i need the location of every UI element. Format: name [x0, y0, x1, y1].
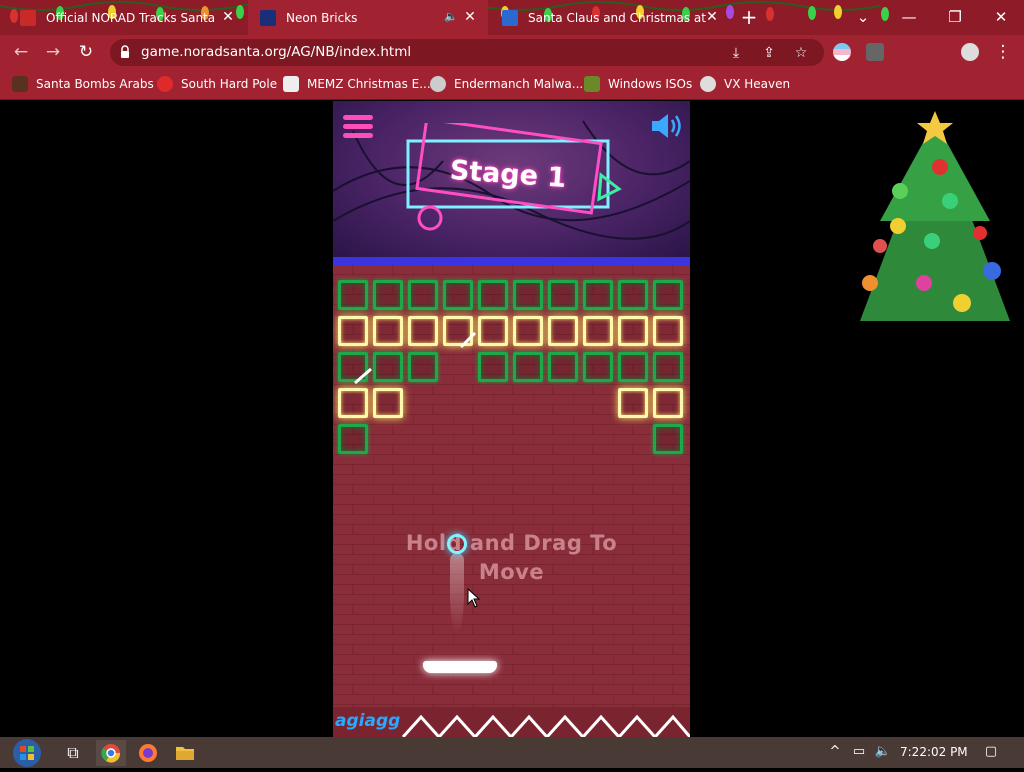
reload-icon[interactable]: ↻ — [75, 41, 97, 63]
install-app-icon[interactable]: ⤓ — [727, 44, 745, 62]
tab-santa-claus[interactable]: Santa Claus and Christmas at the ✕ — [490, 0, 730, 35]
neon-bricks-game[interactable]: Stage 1 Hold and Drag To Move agiagg — [333, 101, 690, 737]
url-text: game.noradsanta.org/AG/NB/index.html — [141, 44, 412, 60]
site-favicon-icon — [502, 9, 518, 26]
volume-icon[interactable]: 🔈 — [874, 743, 892, 761]
brick-green — [653, 424, 683, 454]
vx-heaven-icon — [700, 76, 716, 92]
tab-strip: Official NORAD Tracks Santa ✕ Neon Brick… — [0, 0, 1024, 35]
brick-green — [583, 280, 613, 310]
tab-label: Official NORAD Tracks Santa — [46, 10, 216, 25]
extension-s-icon[interactable] — [866, 43, 884, 61]
bookmark-item[interactable]: MEMZ Christmas E... — [283, 75, 431, 93]
hamburger-menu-icon[interactable] — [343, 113, 373, 139]
tab-norad[interactable]: Official NORAD Tracks Santa ✕ — [8, 0, 246, 35]
share-icon[interactable]: ⇪ — [760, 44, 778, 62]
tab-search-icon[interactable]: ⌄ — [852, 6, 874, 28]
firefox-icon — [139, 744, 157, 762]
santa-favicon-icon — [20, 9, 36, 26]
game-ball — [447, 534, 467, 554]
brick-green — [408, 280, 438, 310]
back-icon[interactable]: ← — [10, 41, 32, 63]
brick-green — [443, 280, 473, 310]
bookmark-label: Santa Bombs Arabs — [36, 77, 154, 91]
hint-text-line1: Hold and Drag To — [405, 531, 618, 555]
top-wall — [333, 257, 690, 265]
tab-neon-bricks[interactable]: Neon Bricks 🔈 ✕ — [248, 0, 488, 35]
firefox-taskbar-button[interactable] — [133, 740, 163, 766]
ball-trail — [450, 553, 464, 633]
brand-logo[interactable]: agiagg — [335, 711, 400, 731]
sound-on-icon[interactable] — [650, 111, 684, 141]
lock-icon — [121, 45, 129, 58]
system-clock[interactable]: 7:22:02 PM — [900, 745, 968, 759]
hint-text-line2: Move — [478, 560, 545, 584]
bookmark-item[interactable]: VX Heaven — [700, 75, 790, 93]
chrome-taskbar-button[interactable] — [96, 740, 126, 766]
extension-flag-icon[interactable] — [833, 43, 851, 61]
close-tab-icon[interactable]: ✕ — [704, 9, 720, 25]
motion-streaks-decoration — [354, 331, 477, 385]
brick-green — [338, 280, 368, 310]
notifications-icon[interactable]: ▢ — [982, 743, 1000, 761]
brick-green — [513, 280, 543, 310]
bookmark-item[interactable]: South Hard Pole — [157, 75, 277, 93]
brick-green — [653, 280, 683, 310]
close-tab-icon[interactable]: ✕ — [220, 9, 236, 25]
player-paddle[interactable] — [423, 661, 497, 673]
network-icon[interactable]: ▭ — [850, 743, 868, 761]
chrome-icon — [101, 744, 121, 763]
address-bar[interactable]: game.noradsanta.org/AG/NB/index.html ⤓ ⇪… — [110, 39, 824, 66]
bookmarks-bar: Santa Bombs Arabs South Hard Pole MEMZ C… — [0, 69, 1024, 100]
brick-green — [478, 280, 508, 310]
snowflake-icon — [157, 76, 173, 92]
windows-taskbar: ⧉ ^ ▭ 🔈 7:22:02 PM ▢ — [0, 737, 1024, 768]
tab-label: Santa Claus and Christmas at the — [528, 10, 706, 25]
bookmark-label: VX Heaven — [724, 77, 791, 91]
show-hidden-icons-icon[interactable]: ^ — [826, 743, 844, 761]
browser-toolbar: ← → ↻ game.noradsanta.org/AG/NB/index.ht… — [0, 35, 1024, 69]
bookmark-label: MEMZ Christmas E... — [307, 77, 431, 91]
bookmark-item[interactable]: Endermanch Malwa... — [430, 75, 583, 93]
brick-green — [373, 280, 403, 310]
tab-label: Neon Bricks — [286, 10, 358, 25]
australia-flag-favicon-icon — [260, 9, 276, 26]
forward-icon[interactable]: → — [42, 41, 64, 63]
bookmark-label: Windows ISOs — [608, 77, 693, 91]
profile-avatar-icon[interactable] — [961, 43, 979, 61]
minimize-icon[interactable]: — — [898, 6, 920, 28]
brick-green — [338, 424, 368, 454]
task-view-icon[interactable]: ⧉ — [58, 740, 88, 766]
bookmark-label: South Hard Pole — [181, 77, 278, 91]
page-icon — [283, 76, 299, 92]
brick-green — [618, 280, 648, 310]
brick-green — [548, 280, 578, 310]
bookmark-item[interactable]: Windows ISOs — [584, 75, 692, 93]
bookmark-label: Endermanch Malwa... — [454, 77, 584, 91]
santa-icon — [12, 76, 28, 92]
bookmark-item[interactable]: Santa Bombs Arabs — [12, 75, 154, 93]
bookmark-star-icon[interactable]: ☆ — [792, 44, 810, 62]
speaker-playing-icon[interactable]: 🔈 — [444, 10, 458, 23]
raccoon-icon — [430, 76, 446, 92]
page-content: Stage 1 Hold and Drag To Move agiagg — [0, 101, 1024, 737]
new-tab-button[interactable]: + — [738, 6, 760, 28]
windows-isos-icon — [584, 76, 600, 92]
stage-banner-panel: Stage 1 — [333, 101, 690, 259]
christmas-tree-decoration — [860, 111, 1010, 321]
close-window-icon[interactable]: ✕ — [990, 6, 1012, 28]
brick-field: Hold and Drag To Move — [333, 265, 690, 737]
more-menu-icon[interactable]: ⋮ — [992, 41, 1014, 63]
folder-icon — [176, 747, 194, 760]
close-tab-icon[interactable]: ✕ — [462, 9, 478, 25]
file-explorer-taskbar-button[interactable] — [170, 740, 200, 766]
windows-start-icon — [13, 739, 41, 767]
restore-icon[interactable]: ❐ — [944, 6, 966, 28]
start-button[interactable] — [10, 737, 44, 768]
mouse-cursor-icon — [467, 588, 481, 608]
